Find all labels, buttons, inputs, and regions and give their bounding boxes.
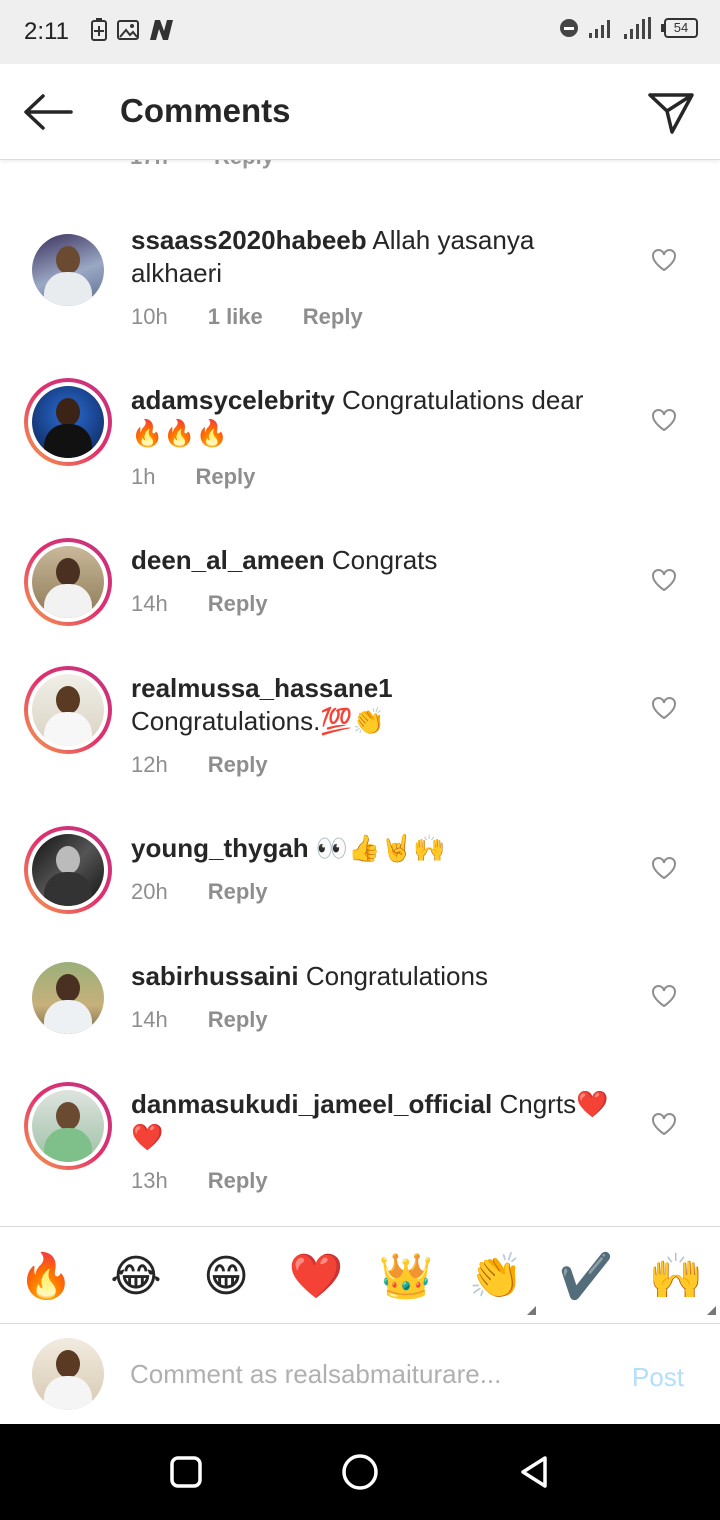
comment-time: 17h	[130, 160, 168, 169]
comments-list: 17h Reply ssaass2020habeeb Allah yasanya…	[0, 160, 720, 1226]
avatar[interactable]	[24, 826, 112, 914]
comment-time: 13h	[131, 1168, 168, 1193]
comment-input-bar: Post	[0, 1324, 720, 1424]
signal-icon	[589, 20, 610, 38]
comment-time: 20h	[131, 879, 168, 904]
reply-button[interactable]: Reply	[208, 752, 268, 778]
status-time: 2:11	[24, 18, 69, 45]
emoji-grin-button[interactable]: 😁	[198, 1249, 254, 1305]
comment-meta: 14h Reply	[131, 1007, 268, 1033]
comment-text: sabirhussaini Congratulations	[131, 960, 621, 993]
avatar[interactable]	[24, 378, 112, 466]
reply-button[interactable]: Reply	[208, 1007, 268, 1033]
status-bar: 2:11 54	[0, 0, 720, 64]
reply-button[interactable]: Reply	[208, 591, 268, 617]
comment-time: 10h	[131, 304, 168, 329]
skin-tone-indicator	[527, 1306, 536, 1315]
comment-meta: 20h Reply	[131, 879, 268, 905]
gallery-icon	[117, 20, 139, 40]
reply-button[interactable]: Reply	[195, 464, 255, 490]
comment-text: young_thygah 👀👍🤘🙌	[131, 832, 621, 865]
username[interactable]: ssaass2020habeeb	[131, 225, 367, 255]
comment-text: realmussa_hassane1 Congratulations.💯👏	[131, 672, 621, 738]
heart-icon[interactable]	[650, 854, 678, 882]
comment-body: Congrats	[331, 545, 438, 575]
reply-button[interactable]: Reply	[303, 304, 363, 330]
reply-button[interactable]: Reply	[214, 160, 274, 169]
header: Comments	[0, 64, 720, 160]
comment-text: ssaass2020habeeb Allah yasanya alkhaeri	[131, 224, 621, 290]
avatar[interactable]	[24, 226, 112, 314]
battery-level: 54	[664, 18, 698, 38]
skin-tone-indicator	[707, 1306, 716, 1315]
back-icon	[521, 1456, 547, 1488]
emoji-heart-button[interactable]: ❤️	[288, 1249, 344, 1305]
comment-meta: 14h Reply	[131, 591, 268, 617]
arrow-left-icon	[24, 94, 73, 130]
comment-text: deen_al_ameen Congrats	[131, 544, 621, 577]
comment-time: 12h	[131, 752, 168, 777]
reply-button[interactable]: Reply	[208, 1168, 268, 1194]
status-icons-left	[90, 18, 176, 42]
emoji-bar: 🔥 😂 😁 ❤️ 👑 👏 ✔️ 🙌	[0, 1226, 720, 1324]
emoji-raised-hands-button[interactable]: 🙌	[648, 1249, 716, 1315]
partial-comment-meta: 17h Reply	[130, 160, 314, 170]
heart-icon[interactable]	[650, 1110, 678, 1138]
heart-icon[interactable]	[650, 694, 678, 722]
reply-button[interactable]: Reply	[208, 879, 268, 905]
emoji-check-button[interactable]: ✔️	[558, 1249, 614, 1305]
comment-meta: 10h 1 like Reply	[131, 304, 363, 330]
username[interactable]: young_thygah	[131, 833, 309, 863]
comment-time: 14h	[131, 1007, 168, 1032]
page-title: Comments	[120, 92, 291, 129]
battery-saver-icon	[91, 18, 107, 41]
username[interactable]: realmussa_hassane1	[131, 673, 393, 703]
comment-body: Congratulations	[305, 961, 488, 991]
paper-plane-icon	[648, 93, 694, 134]
status-icons-right: 54	[558, 16, 698, 40]
emoji-fire-button[interactable]: 🔥	[18, 1249, 74, 1305]
self-avatar	[32, 1338, 104, 1410]
home-icon	[342, 1454, 378, 1490]
avatar[interactable]	[24, 954, 112, 1042]
emoji-crown-button[interactable]: 👑	[378, 1249, 434, 1305]
emoji-laughing-button[interactable]: 😂	[108, 1249, 164, 1305]
avatar[interactable]	[24, 1082, 112, 1170]
do-not-disturb-icon	[560, 19, 578, 37]
comment-body: 👀👍🤘🙌	[315, 833, 446, 863]
share-button[interactable]	[644, 86, 698, 140]
comment-meta: 12h Reply	[131, 752, 268, 778]
heart-icon[interactable]	[650, 982, 678, 1010]
signal-icon-2	[624, 17, 651, 39]
comment-input[interactable]	[130, 1352, 590, 1396]
comment-meta: 1h Reply	[131, 464, 255, 490]
comment-body: Congratulations.💯👏	[131, 706, 386, 736]
n-app-icon	[150, 20, 173, 40]
heart-icon[interactable]	[650, 246, 678, 274]
username[interactable]: sabirhussaini	[131, 961, 299, 991]
heart-icon[interactable]	[650, 406, 678, 434]
comment-text: adamsycelebrity Congratulations dear 🔥🔥🔥	[131, 384, 621, 450]
username[interactable]: adamsycelebrity	[131, 385, 335, 415]
navigation-bar	[0, 1424, 720, 1520]
username[interactable]: deen_al_ameen	[131, 545, 325, 575]
battery-icon: 54	[660, 18, 698, 38]
username[interactable]: danmasukudi_jameel_official	[131, 1089, 492, 1119]
heart-icon[interactable]	[650, 566, 678, 594]
like-count[interactable]: 1 like	[208, 304, 263, 330]
comment-text: danmasukudi_jameel_official Cngrts❤️❤️	[131, 1088, 621, 1154]
comment-meta: 13h Reply	[131, 1168, 268, 1194]
avatar[interactable]	[24, 538, 112, 626]
home-button[interactable]	[340, 1452, 380, 1492]
avatar[interactable]	[24, 666, 112, 754]
recent-apps-button[interactable]	[166, 1452, 206, 1492]
post-button[interactable]: Post	[632, 1362, 684, 1393]
back-button[interactable]	[20, 88, 76, 136]
back-nav-button[interactable]	[514, 1452, 554, 1492]
comment-time: 14h	[131, 591, 168, 616]
comment-time: 1h	[131, 464, 156, 489]
recent-apps-icon	[170, 1456, 202, 1488]
emoji-clap-button[interactable]: 👏	[468, 1249, 536, 1315]
